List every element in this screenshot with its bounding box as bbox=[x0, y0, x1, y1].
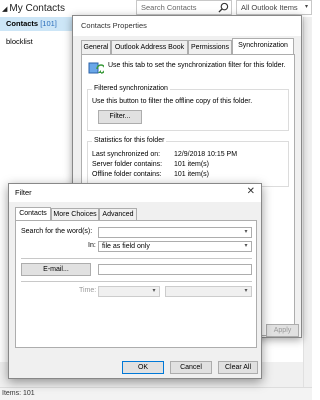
search-words-input[interactable]: ▾ bbox=[98, 227, 252, 238]
email-button[interactable]: E-mail... bbox=[21, 263, 91, 276]
tab-advanced[interactable]: Advanced bbox=[99, 208, 137, 220]
filtered-sync-heading: Filtered synchronization bbox=[92, 85, 170, 92]
folder-statistics-group: Statistics for this folder Last synchron… bbox=[87, 137, 289, 187]
clear-all-button[interactable]: Clear All bbox=[218, 361, 258, 374]
tab-permissions[interactable]: Permissions bbox=[188, 40, 232, 54]
email-input[interactable] bbox=[98, 264, 252, 275]
last-synchronized-value: 12/9/2018 10:15 PM bbox=[174, 151, 238, 158]
chevron-down-icon: ▾ bbox=[152, 288, 156, 294]
tab-more-choices[interactable]: More Choices bbox=[51, 208, 99, 220]
tab-general[interactable]: General bbox=[81, 40, 111, 54]
server-folder-value: 101 item(s) bbox=[174, 161, 210, 168]
search-icon[interactable] bbox=[218, 2, 229, 13]
sidebar-item-blocklist[interactable]: blocklist bbox=[6, 37, 33, 46]
vertical-scrollbar[interactable] bbox=[303, 17, 312, 387]
chevron-down-icon[interactable]: ▾ bbox=[241, 228, 251, 237]
chevron-down-icon: ▾ bbox=[304, 4, 308, 10]
time-condition-select[interactable]: ▾ bbox=[98, 286, 160, 297]
statistics-heading: Statistics for this folder bbox=[92, 137, 167, 144]
time-label: Time: bbox=[79, 287, 97, 294]
divider bbox=[21, 258, 252, 259]
last-synchronized-label: Last synchronized on: bbox=[92, 151, 161, 158]
item-count-badge: [101] bbox=[40, 19, 57, 28]
sync-intro: Use this tab to set the synchronization … bbox=[108, 62, 286, 69]
in-label: In: bbox=[88, 242, 96, 249]
chevron-down-icon[interactable]: ▾ bbox=[241, 242, 251, 251]
offline-folder-value: 101 item(s) bbox=[174, 171, 210, 178]
filtered-sync-group: Filtered synchronization Use this button… bbox=[87, 85, 289, 131]
sidebar-item-contacts[interactable]: Contacts [101] bbox=[0, 17, 78, 31]
filtered-sync-description: Use this button to filter the offline co… bbox=[92, 98, 253, 105]
in-field-select[interactable]: file as field only ▾ bbox=[98, 241, 252, 252]
filter-button[interactable]: Filter... bbox=[98, 110, 142, 124]
divider bbox=[21, 281, 252, 282]
tab-contacts[interactable]: Contacts bbox=[15, 207, 51, 220]
sync-icon bbox=[88, 62, 104, 74]
status-bar: Items: 101 bbox=[0, 387, 312, 400]
cancel-button[interactable]: Cancel bbox=[170, 361, 212, 374]
search-scope-value: All Outlook Items bbox=[241, 3, 298, 12]
time-range-select[interactable]: ▾ bbox=[165, 286, 252, 297]
server-folder-label: Server folder contains: bbox=[92, 161, 163, 168]
ok-button[interactable]: OK bbox=[122, 361, 164, 374]
offline-folder-label: Offline folder contains: bbox=[92, 171, 162, 178]
chevron-down-icon: ▾ bbox=[244, 288, 248, 294]
search-words-label: Search for the word(s): bbox=[21, 228, 93, 235]
filter-dialog-title: Filter bbox=[9, 184, 261, 202]
filter-contacts-panel: Search for the word(s): ▾ In: file as fi… bbox=[15, 220, 257, 348]
apply-button[interactable]: Apply bbox=[266, 324, 299, 337]
folder-title[interactable]: ◢ My Contacts bbox=[0, 0, 65, 18]
in-field-value: file as field only bbox=[102, 243, 150, 250]
tab-outlook-address-book[interactable]: Outlook Address Book bbox=[111, 40, 188, 54]
search-scope-dropdown[interactable]: All Outlook Items ▾ bbox=[236, 0, 312, 15]
close-icon[interactable]: ✕ bbox=[247, 186, 255, 197]
filter-dialog: Filter ✕ Contacts More Choices Advanced … bbox=[8, 183, 262, 379]
tab-synchronization[interactable]: Synchronization bbox=[232, 38, 294, 54]
dialog-title: Contacts Properties bbox=[73, 16, 301, 36]
